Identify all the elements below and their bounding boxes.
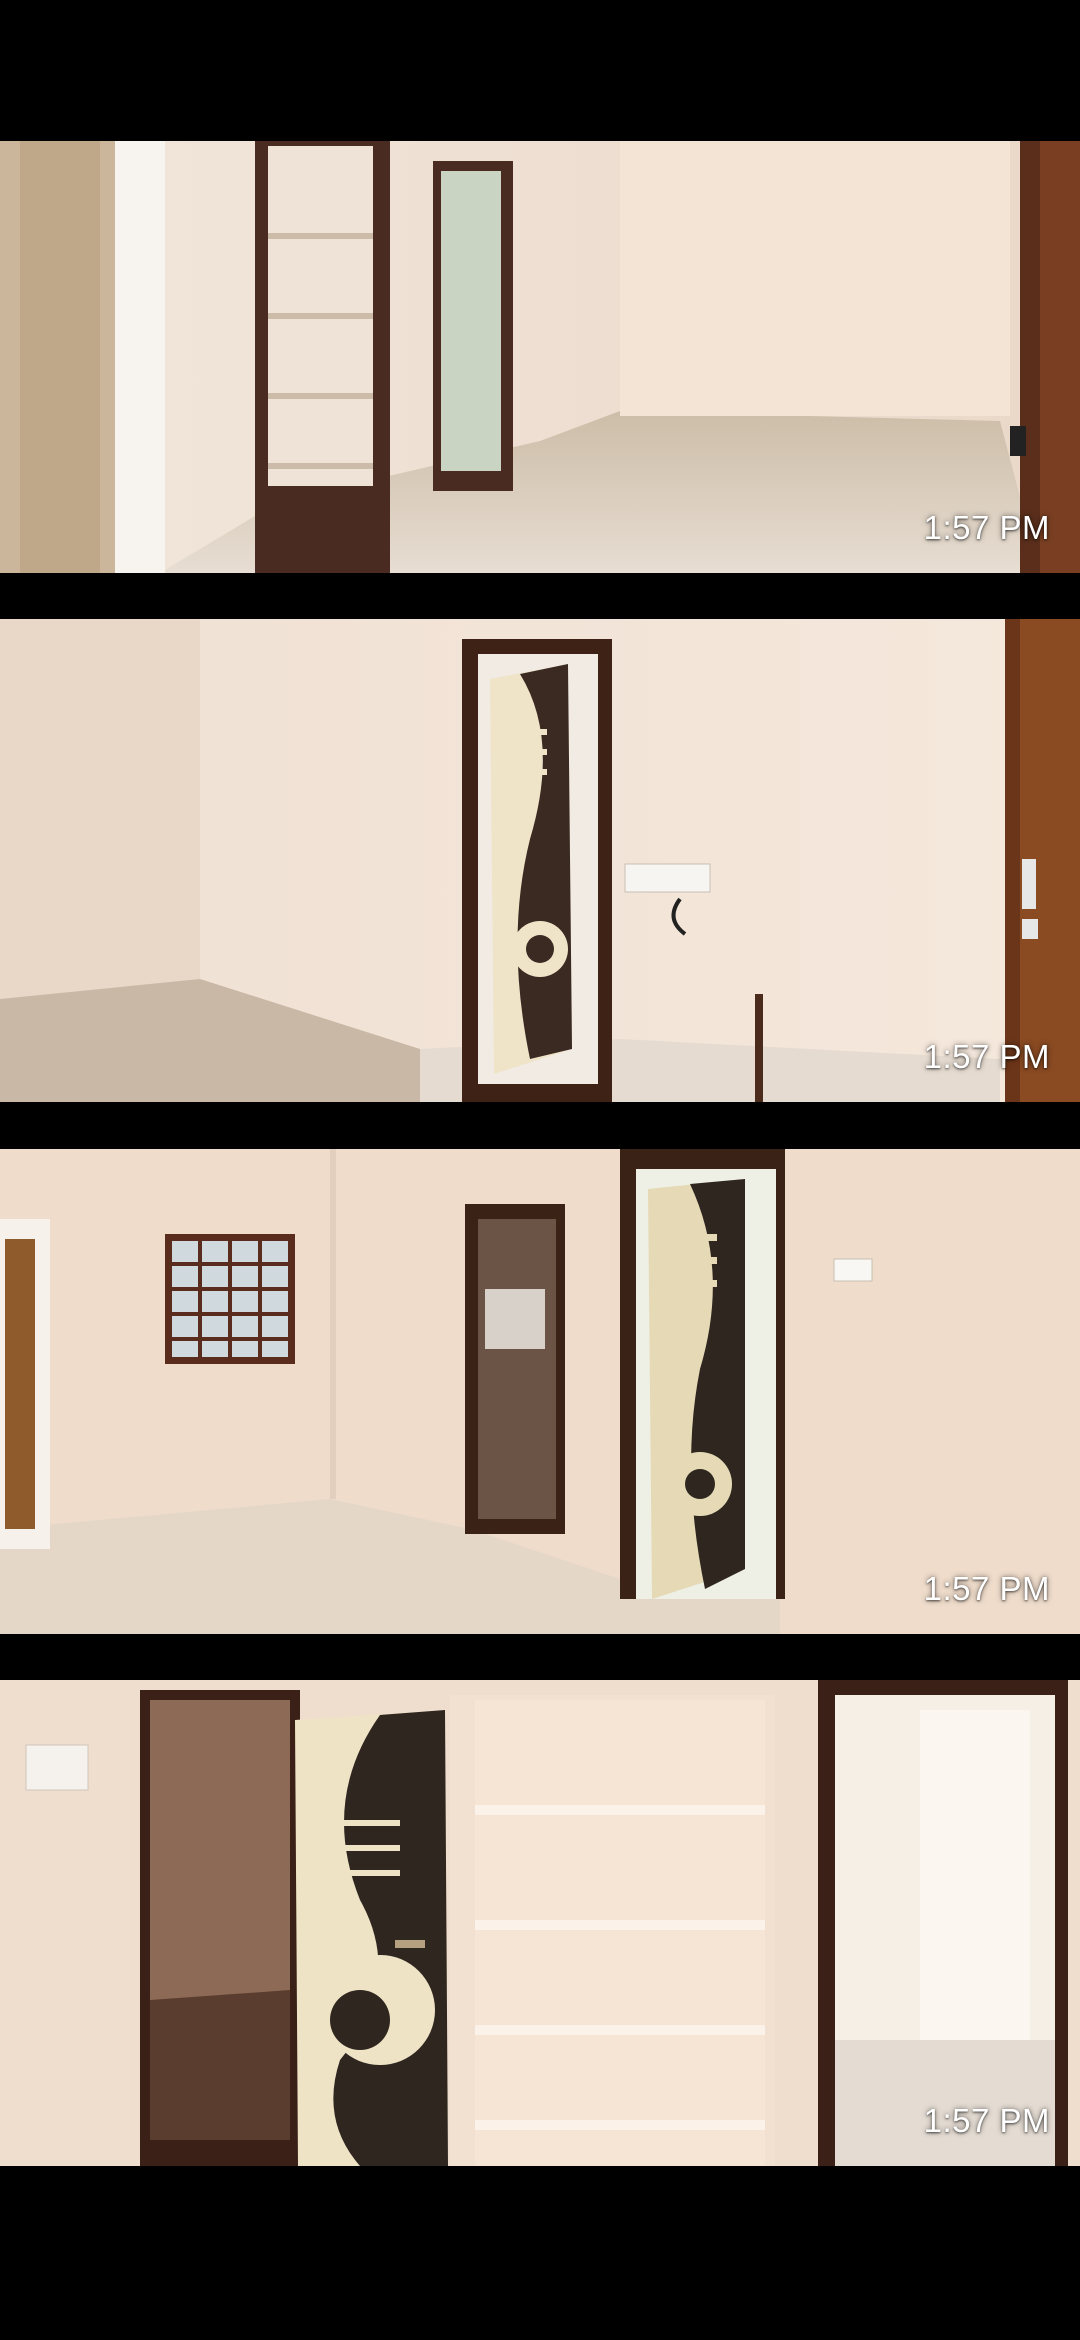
photo-timestamp: 1:57 PM <box>923 1570 1050 1607</box>
photo-timestamp: 1:57 PM <box>923 1038 1050 1075</box>
room-photo-4[interactable]: 1:57 PM <box>0 1680 1080 2166</box>
photo-timestamp: 1:57 PM <box>923 2102 1050 2139</box>
room-photo-2-image <box>0 619 1080 1102</box>
room-photo-4-image <box>0 1680 1080 2166</box>
room-photo-2[interactable]: 1:57 PM <box>0 619 1080 1102</box>
room-photo-3[interactable]: 1:57 PM <box>0 1149 1080 1634</box>
photo-timestamp: 1:57 PM <box>923 509 1050 546</box>
photo-collage-screen: 1:57 PM 1:57 PM 1:57 PM 1:57 PM <box>0 0 1080 2340</box>
room-photo-3-image <box>0 1149 1080 1634</box>
room-photo-1-image <box>0 141 1080 573</box>
room-photo-1[interactable]: 1:57 PM <box>0 141 1080 573</box>
